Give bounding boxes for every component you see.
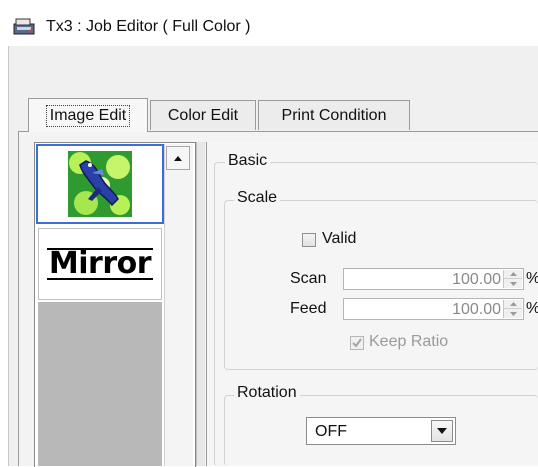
feed-value: 100.00 [452, 301, 501, 318]
arrow-up-icon [509, 272, 517, 276]
valid-checkbox[interactable] [302, 233, 316, 247]
chevron-down-icon [437, 428, 447, 434]
rotation-select[interactable]: OFF [306, 417, 456, 445]
tab-color-edit-label: Color Edit [167, 106, 239, 124]
checkmark-icon [352, 338, 362, 348]
image-thumbnail-item[interactable] [36, 144, 164, 224]
tab-print-condition-label: Print Condition [281, 106, 387, 124]
valid-label: Valid [322, 230, 357, 247]
scan-increment-button[interactable] [504, 270, 522, 279]
feed-increment-button[interactable] [504, 300, 522, 309]
feed-label: Feed [290, 300, 327, 317]
keep-ratio-label: Keep Ratio [369, 333, 449, 350]
feed-unit: % [526, 300, 538, 318]
tab-bar: Image Edit Color Edit Print Condition [18, 98, 538, 132]
window-title: Tx3 : Job Editor ( Full Color ) [46, 18, 251, 35]
tab-image-edit[interactable]: Image Edit [28, 98, 148, 132]
scan-label: Scan [290, 270, 327, 287]
job-editor-window: Tx3 : Job Editor ( Full Color ) Image Ed… [0, 0, 538, 467]
scale-group-title: Scale [234, 189, 281, 207]
mirror-label-item[interactable]: Mirror [38, 228, 162, 300]
feed-spinner[interactable]: 100.00 [343, 298, 524, 320]
image-thumbnail [68, 151, 132, 217]
split-divider[interactable] [196, 142, 205, 466]
mirror-label-text: Mirror [46, 246, 154, 281]
image-list-scrollbar[interactable] [164, 144, 193, 466]
arrow-down-icon [509, 281, 517, 286]
scan-spin-buttons[interactable] [503, 270, 522, 288]
image-list-empty-area [38, 302, 162, 466]
feed-spin-buttons[interactable] [503, 300, 522, 318]
rotation-dropdown-button[interactable] [431, 420, 453, 442]
scanner-app-icon [13, 18, 35, 35]
title-bar[interactable]: Tx3 : Job Editor ( Full Color ) [8, 8, 538, 46]
arrow-up-icon [174, 156, 182, 161]
scan-unit: % [526, 270, 538, 288]
arrow-up-icon [509, 302, 517, 306]
tab-color-edit[interactable]: Color Edit [150, 100, 256, 130]
tab-image-edit-label: Image Edit [45, 104, 131, 127]
scan-decrement-button[interactable] [504, 279, 522, 288]
tab-print-condition[interactable]: Print Condition [258, 100, 410, 130]
scan-spinner[interactable]: 100.00 [343, 268, 524, 290]
arrow-down-icon [509, 311, 517, 316]
scan-value: 100.00 [452, 271, 501, 288]
keep-ratio-checkbox[interactable] [350, 336, 364, 350]
scroll-up-button[interactable] [166, 146, 190, 170]
rotation-selected-value: OFF [315, 423, 347, 440]
feed-decrement-button[interactable] [504, 309, 522, 318]
rotation-group-title: Rotation [234, 384, 300, 402]
basic-group-title: Basic [225, 152, 271, 170]
